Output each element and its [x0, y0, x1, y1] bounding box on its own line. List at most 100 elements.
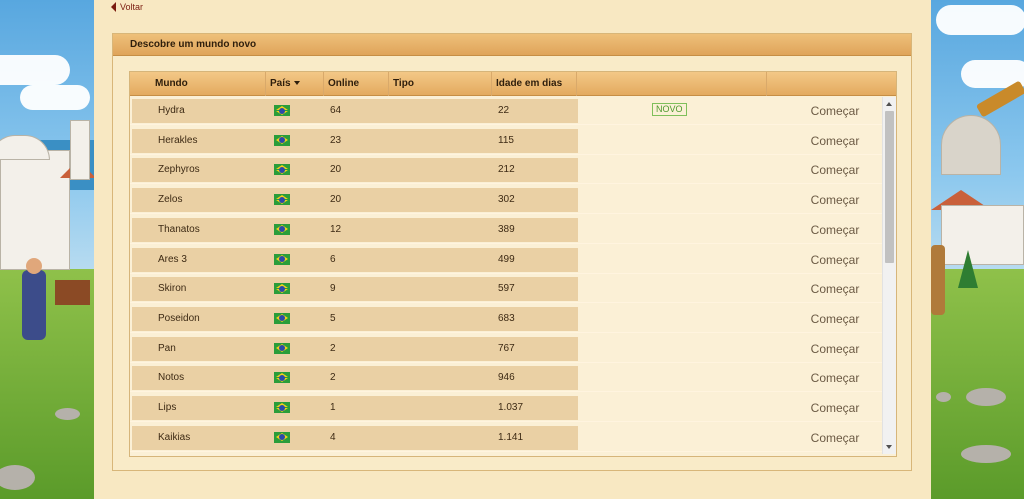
start-button[interactable]: Começar: [790, 186, 880, 214]
scrollbar[interactable]: [882, 97, 896, 454]
start-button[interactable]: Começar: [790, 364, 880, 392]
age-days: 389: [498, 223, 515, 235]
column-header-age[interactable]: Idade em dias: [491, 72, 576, 96]
world-name: Hydra: [158, 105, 185, 116]
brazil-flag-icon: [274, 223, 290, 235]
row-background: Ares 3 6 499: [132, 247, 578, 272]
age-days: 946: [498, 372, 515, 384]
row-background: Thanatos 12 389: [132, 217, 578, 242]
row-background: Zelos 20 302: [132, 188, 578, 213]
world-name: Skiron: [158, 283, 187, 295]
row-background: Notos 2 946: [132, 366, 578, 391]
brazil-flag-icon: [274, 105, 290, 116]
sort-caret-icon: [293, 81, 300, 86]
table-row[interactable]: Notos 2 946 Começar: [130, 364, 882, 393]
age-days: 1.037: [498, 402, 524, 413]
back-link-label: Voltar: [120, 2, 144, 12]
table-row[interactable]: Zephyros 20 212 Começar: [130, 156, 882, 185]
start-button[interactable]: Começar: [790, 424, 880, 452]
table-row[interactable]: Herakles 23 115 Começar: [130, 127, 882, 155]
brazil-flag-icon: [274, 134, 290, 146]
row-background: Hydra 64 22: [132, 99, 578, 123]
scroll-up-icon[interactable]: [886, 102, 892, 106]
online-count: 9: [330, 283, 336, 295]
column-header-action: [766, 72, 896, 96]
brazil-flag-icon: [274, 372, 290, 384]
column-header-country[interactable]: País: [265, 72, 323, 96]
column-header-type[interactable]: Tipo: [388, 72, 491, 96]
row-background: Kaikias 4 1.141: [132, 425, 578, 450]
start-button[interactable]: Começar: [790, 305, 880, 333]
brazil-flag-icon: [274, 164, 290, 176]
table-row[interactable]: Skiron 9 597 Começar: [130, 275, 882, 304]
age-days: 302: [498, 194, 515, 206]
age-days: 22: [498, 105, 510, 116]
table-row[interactable]: Poseidon 5 683 Começar: [130, 305, 882, 333]
age-days: 1.141: [498, 431, 524, 443]
start-button[interactable]: Começar: [790, 394, 880, 422]
online-count: 2: [330, 372, 336, 384]
world-name: Zelos: [158, 194, 183, 206]
table-row[interactable]: Pan 2 767 Começar: [130, 335, 882, 363]
age-days: 597: [498, 283, 515, 295]
age-days: 683: [498, 312, 515, 324]
row-background: Zephyros 20 212: [132, 158, 578, 183]
table-header: Mundo País Online Tipo Idade em dias: [130, 72, 896, 96]
main-panel: Voltar Descobre um mundo novo Mundo País…: [94, 0, 931, 499]
brazil-flag-icon: [274, 402, 290, 413]
online-count: 4: [330, 431, 336, 443]
new-badge: NOVO: [652, 103, 687, 116]
background-scenery-left: [0, 0, 94, 499]
world-selection-box: Descobre um mundo novo Mundo País Online…: [112, 33, 912, 471]
back-arrow-icon: [111, 2, 116, 12]
table-body: Hydra 64 22 NOVO Começar Herakles 23 115 Começar…: [130, 97, 882, 454]
box-title: Descobre um mundo novo: [113, 34, 911, 56]
age-days: 767: [498, 342, 515, 354]
row-background: Skiron 9 597: [132, 277, 578, 302]
brazil-flag-icon: [274, 431, 290, 443]
column-header-world[interactable]: Mundo: [155, 72, 265, 96]
world-name: Notos: [158, 372, 185, 384]
brazil-flag-icon: [274, 253, 290, 265]
online-count: 2: [330, 342, 336, 354]
start-button[interactable]: Começar: [790, 97, 880, 125]
age-days: 115: [498, 134, 514, 146]
world-name: Kaikias: [158, 431, 191, 443]
scrollbar-thumb[interactable]: [885, 111, 894, 263]
column-header-online[interactable]: Online: [323, 72, 388, 96]
world-name: Thanatos: [158, 223, 200, 235]
start-button[interactable]: Começar: [790, 216, 880, 244]
start-button[interactable]: Começar: [790, 275, 880, 303]
world-name: Herakles: [158, 134, 198, 146]
start-button[interactable]: Começar: [790, 246, 880, 274]
world-name: Lips: [158, 402, 177, 413]
start-button[interactable]: Começar: [790, 335, 880, 363]
table-row[interactable]: Hydra 64 22 NOVO Começar: [130, 97, 882, 125]
brazil-flag-icon: [274, 342, 290, 354]
world-name: Poseidon: [158, 312, 200, 324]
scroll-down-icon[interactable]: [886, 445, 892, 449]
brazil-flag-icon: [274, 194, 290, 206]
age-days: 212: [498, 164, 515, 176]
world-name: Zephyros: [158, 164, 200, 176]
table-row[interactable]: Ares 3 6 499 Começar: [130, 246, 882, 274]
column-header-country-label: País: [270, 78, 291, 89]
back-link[interactable]: Voltar: [111, 2, 143, 12]
start-button[interactable]: Começar: [790, 156, 880, 184]
row-background: Pan 2 767: [132, 336, 578, 361]
worlds-table: Mundo País Online Tipo Idade em dias Hyd…: [129, 71, 897, 457]
online-count: 20: [330, 164, 342, 176]
age-days: 499: [498, 253, 515, 265]
online-count: 20: [330, 194, 342, 206]
online-count: 5: [330, 312, 336, 324]
row-background: Herakles 23 115: [132, 128, 578, 153]
start-button[interactable]: Começar: [790, 127, 880, 155]
table-row[interactable]: Lips 1 1.037 Começar: [130, 394, 882, 422]
table-row[interactable]: Zelos 20 302 Começar: [130, 186, 882, 215]
online-count: 12: [330, 223, 342, 235]
online-count: 64: [330, 105, 342, 116]
row-background: Poseidon 5 683: [132, 306, 578, 331]
table-row[interactable]: Thanatos 12 389 Começar: [130, 216, 882, 244]
brazil-flag-icon: [274, 283, 290, 295]
table-row[interactable]: Kaikias 4 1.141 Começar: [130, 424, 882, 452]
